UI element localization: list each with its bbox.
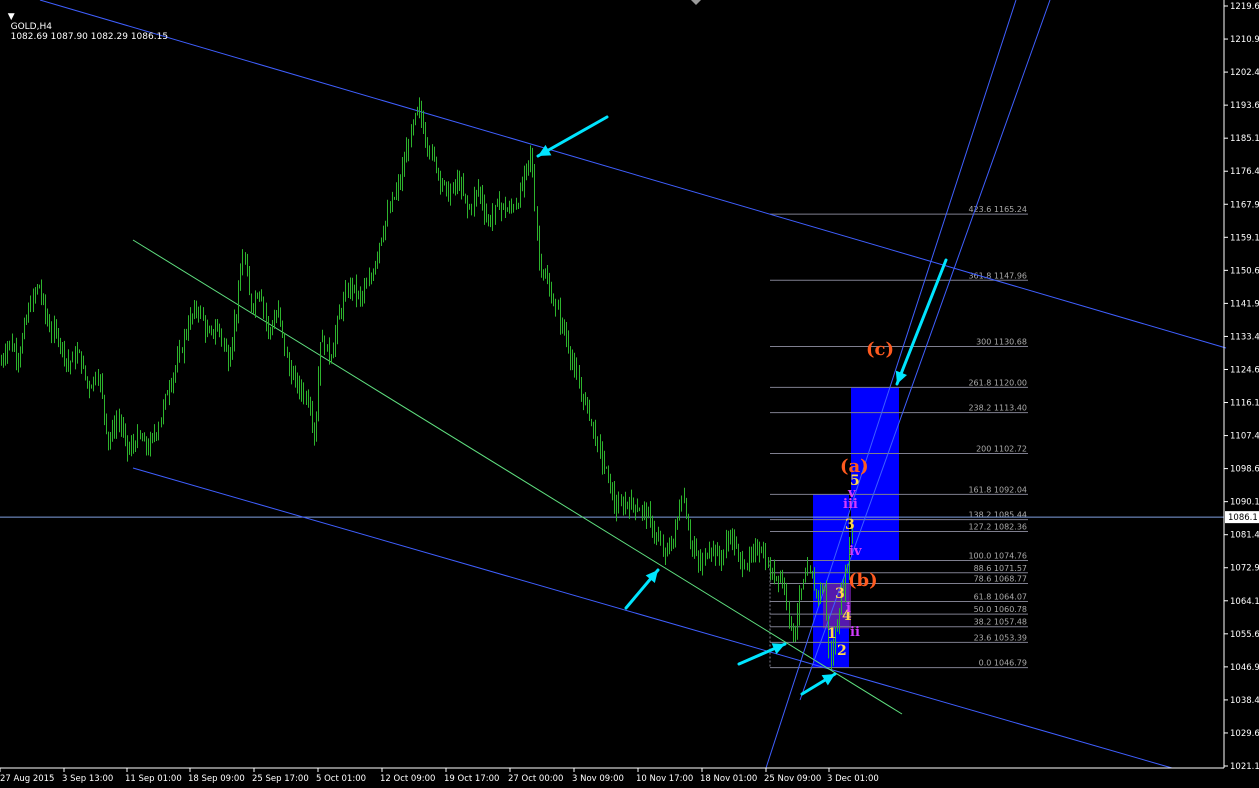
y-tick-label: 1210.9 (1230, 35, 1259, 45)
fib-label: 200 1102.72 (976, 445, 1027, 454)
wave-label: i (846, 601, 851, 616)
channel-top (39, 0, 1227, 349)
fib-label: 38.2 1057.48 (974, 618, 1027, 627)
x-tick-label: 3 Dec 01:00 (827, 774, 879, 784)
wave-label: (c) (866, 339, 894, 360)
y-tick-label: 1219.6 (1230, 2, 1259, 12)
y-tick-label: 1081.4 (1230, 531, 1259, 541)
y-tick-label: 1141.9 (1230, 299, 1259, 309)
arrow-target (895, 258, 948, 386)
y-tick-label: 1193.6 (1230, 101, 1259, 111)
y-tick-label: 1176.4 (1230, 167, 1259, 177)
y-tick-label: 1116.1 (1230, 399, 1259, 409)
fib-label: 50.0 1060.78 (974, 605, 1027, 614)
y-tick-label: 1038.4 (1230, 696, 1259, 706)
wave-label: 1 (827, 626, 837, 642)
fib-label: 61.8 1064.07 (974, 592, 1027, 601)
fib-label: 238.2 1113.40 (968, 404, 1027, 413)
x-tick-label: 19 Oct 17:00 (444, 774, 499, 784)
x-tick-label: 27 Aug 2015 (0, 774, 54, 784)
fib-label: 23.6 1053.39 (974, 633, 1027, 642)
x-tick-label: 25 Sep 17:00 (252, 774, 309, 784)
fib-label: 0.0 1046.79 (979, 659, 1027, 668)
fib-label: 100.0 1074.76 (968, 552, 1027, 561)
y-tick-label: 1159.1 (1230, 233, 1259, 243)
fib-label: 78.6 1068.77 (974, 574, 1027, 583)
wave-label: iv (849, 544, 862, 559)
wave-label: iii (843, 497, 858, 512)
fib-label: 161.8 1092.04 (968, 485, 1027, 494)
trend-lines (0, 0, 1227, 769)
fib-label: 300 1130.68 (976, 337, 1027, 346)
y-tick-label: 1150.6 (1230, 266, 1259, 276)
x-tick-label: 27 Oct 00:00 (508, 774, 563, 784)
x-tick-label: 11 Sep 01:00 (125, 774, 182, 784)
x-tick-label: 12 Oct 09:00 (380, 774, 435, 784)
x-tick-label: 5 Oct 01:00 (316, 774, 366, 784)
y-tick-label: 1107.4 (1230, 432, 1259, 442)
y-tick-label: 1185.1 (1230, 134, 1259, 144)
top-marker (691, 0, 701, 5)
symbol-label: GOLD,H4 (7, 22, 52, 32)
wave-label: 3 (845, 517, 855, 533)
green-trendline (132, 239, 903, 715)
y-tick-label: 1055.6 (1230, 630, 1259, 640)
price-chart[interactable]: 423.6 1165.24361.8 1147.96300 1130.68261… (0, 0, 1259, 788)
chart-header: ▼ GOLD,H4 1082.69 1087.90 1082.29 1086.1… (2, 2, 168, 42)
fib-label: 361.8 1147.96 (968, 271, 1027, 280)
y-tick-label: 1167.9 (1230, 200, 1259, 210)
fib-label: 423.6 1165.24 (968, 205, 1027, 214)
y-tick-label: 1064.1 (1230, 597, 1259, 607)
y-tick-label: 1046.9 (1230, 663, 1259, 673)
y-tick-label: 1098.6 (1230, 465, 1259, 475)
y-tick-label: 1029.6 (1230, 729, 1259, 739)
candles (1, 97, 853, 670)
fib-label: 127.2 1082.36 (968, 522, 1027, 531)
x-tick-label: 10 Nov 17:00 (636, 774, 693, 784)
wave-label: (b) (848, 570, 878, 591)
menu-icon[interactable]: ▼ (8, 12, 15, 22)
y-tick-label: 1124.6 (1230, 365, 1259, 375)
y-tick-label: 1202.4 (1230, 68, 1259, 78)
fib-label: 88.6 1071.57 (974, 564, 1027, 573)
axes: 1219.6 1210.9 1202.4 1193.6 1185.1 1176.4 1167… (0, 0, 1259, 784)
wave-label: ii (850, 625, 860, 640)
y-tick-label: 1090.1 (1230, 498, 1259, 508)
x-tick-label: 18 Nov 01:00 (700, 774, 757, 784)
x-tick-label: 3 Nov 09:00 (572, 774, 624, 784)
fib-label: 261.8 1120.00 (968, 378, 1027, 387)
y-tick-label: 1072.9 (1230, 564, 1259, 574)
current-price-label: 1086.1 (1228, 513, 1258, 523)
fib-label: 138.2 1085.44 (968, 511, 1027, 520)
y-tick-label: 1021.1 (1230, 762, 1259, 772)
x-tick-label: 3 Sep 13:00 (62, 774, 113, 784)
ohlc-values: 1082.69 1087.90 1082.29 1086.15 (7, 32, 169, 42)
y-tick-label: 1133.4 (1230, 332, 1259, 342)
x-tick-label: 25 Nov 09:00 (764, 774, 821, 784)
wave-label: 3 (835, 586, 845, 602)
wave-label: 2 (837, 643, 847, 659)
x-tick-label: 18 Sep 09:00 (188, 774, 245, 784)
